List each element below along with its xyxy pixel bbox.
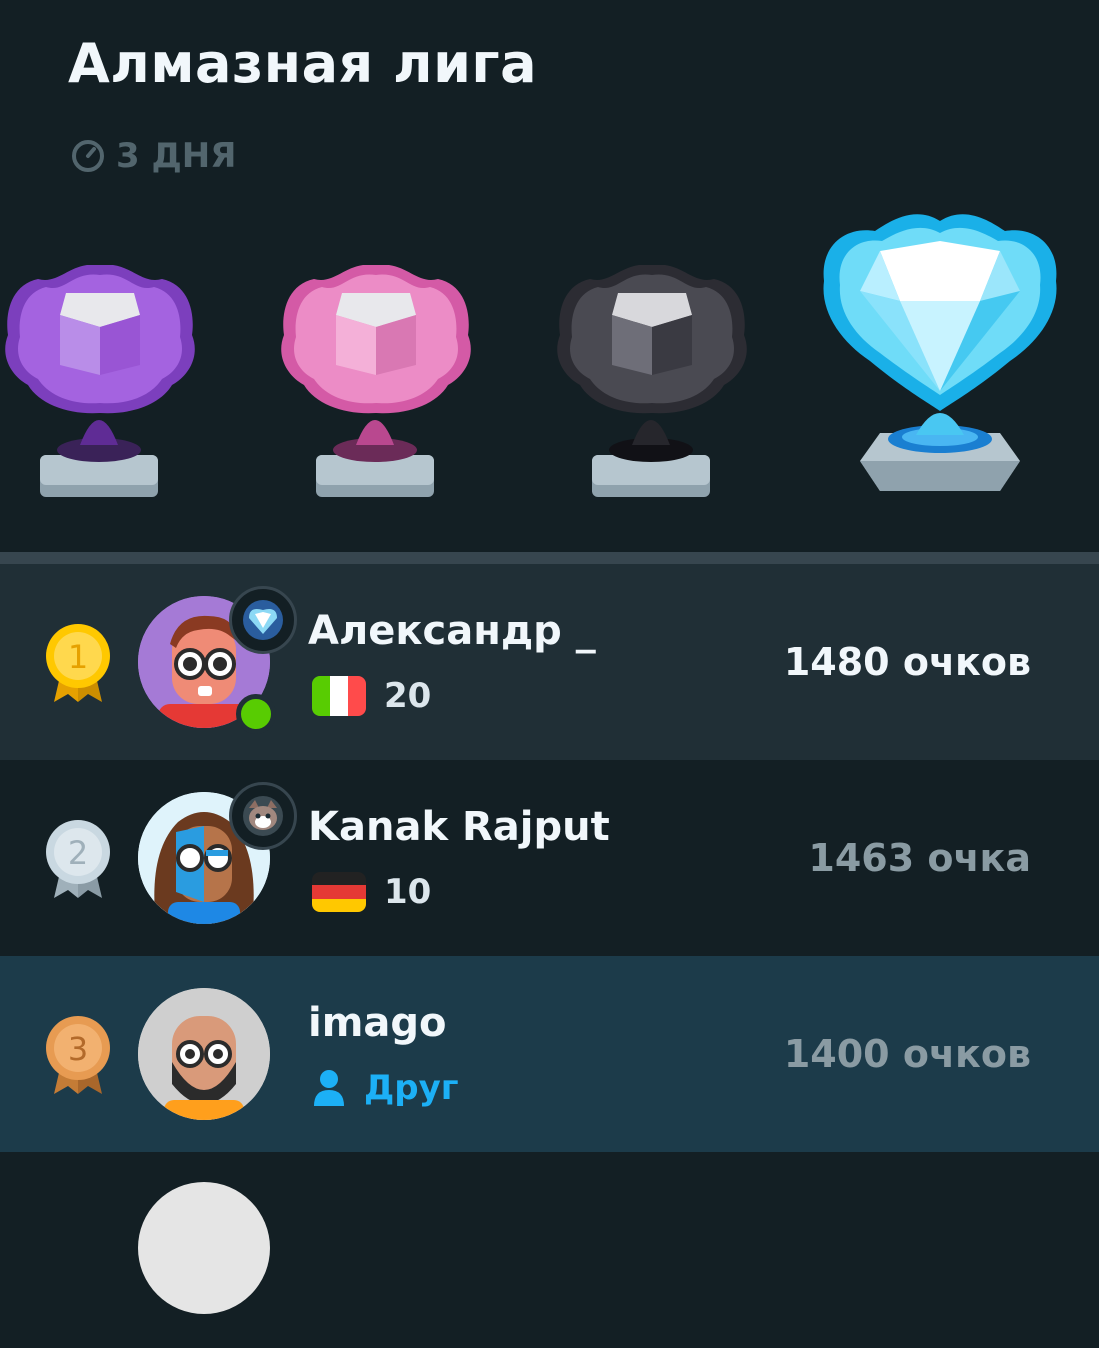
avatar[interactable] [138,1182,270,1314]
avatar-illustration [138,988,270,1120]
league-badge-icon [229,586,297,654]
medal-rank-text: 3 [68,1030,88,1068]
user-score: 1400 очков [783,1032,1031,1076]
obsidian-trophy-icon[interactable] [552,265,752,500]
user-details: 20 [312,674,431,718]
online-indicator [236,694,276,734]
leaderboard-row-1[interactable]: 1 Александр _ 20 1480 очков [0,564,1099,760]
leaderboard-row-4[interactable] [0,1152,1099,1348]
diamond-trophy-icon[interactable] [820,211,1060,501]
streak-count: 10 [384,872,432,912]
pearl-trophy-icon[interactable] [276,265,476,500]
amethyst-trophy-icon[interactable] [0,265,200,500]
medal-rank-text: 1 [68,638,88,676]
streak-count: 20 [384,676,432,716]
leaderboard-row-3[interactable]: 3 imago Друг 1400 очков [0,956,1099,1152]
user-name[interactable]: Александр _ [308,608,596,654]
user-name[interactable]: Kanak Rajput [308,804,610,850]
section-divider [0,552,1099,564]
leaderboard-row-2[interactable]: 2 Kanak Rajput 10 1463 очка [0,760,1099,956]
cat-badge-icon [229,782,297,850]
bronze-medal-icon: 3 [46,1016,110,1094]
person-icon [314,1070,344,1106]
user-score: 1463 очка [808,836,1031,880]
medal-rank-text: 2 [68,834,88,872]
stopwatch-icon [72,140,104,172]
user-score: 1480 очков [783,640,1031,684]
avatar[interactable] [138,988,270,1120]
silver-medal-icon: 2 [46,820,110,898]
italy-flag-icon [312,676,366,716]
timer-text: 3 ДНЯ [116,136,237,176]
gold-medal-icon: 1 [46,624,110,702]
league-trophies-row [0,205,1099,515]
friend-text: Друг [364,1068,459,1108]
friend-label: Друг [312,1066,459,1110]
user-details: 10 [312,870,431,914]
page-title: Алмазная лига [68,32,538,95]
user-name[interactable]: imago [308,1000,447,1046]
league-timer: 3 ДНЯ [70,134,236,178]
germany-flag-icon [312,872,366,912]
